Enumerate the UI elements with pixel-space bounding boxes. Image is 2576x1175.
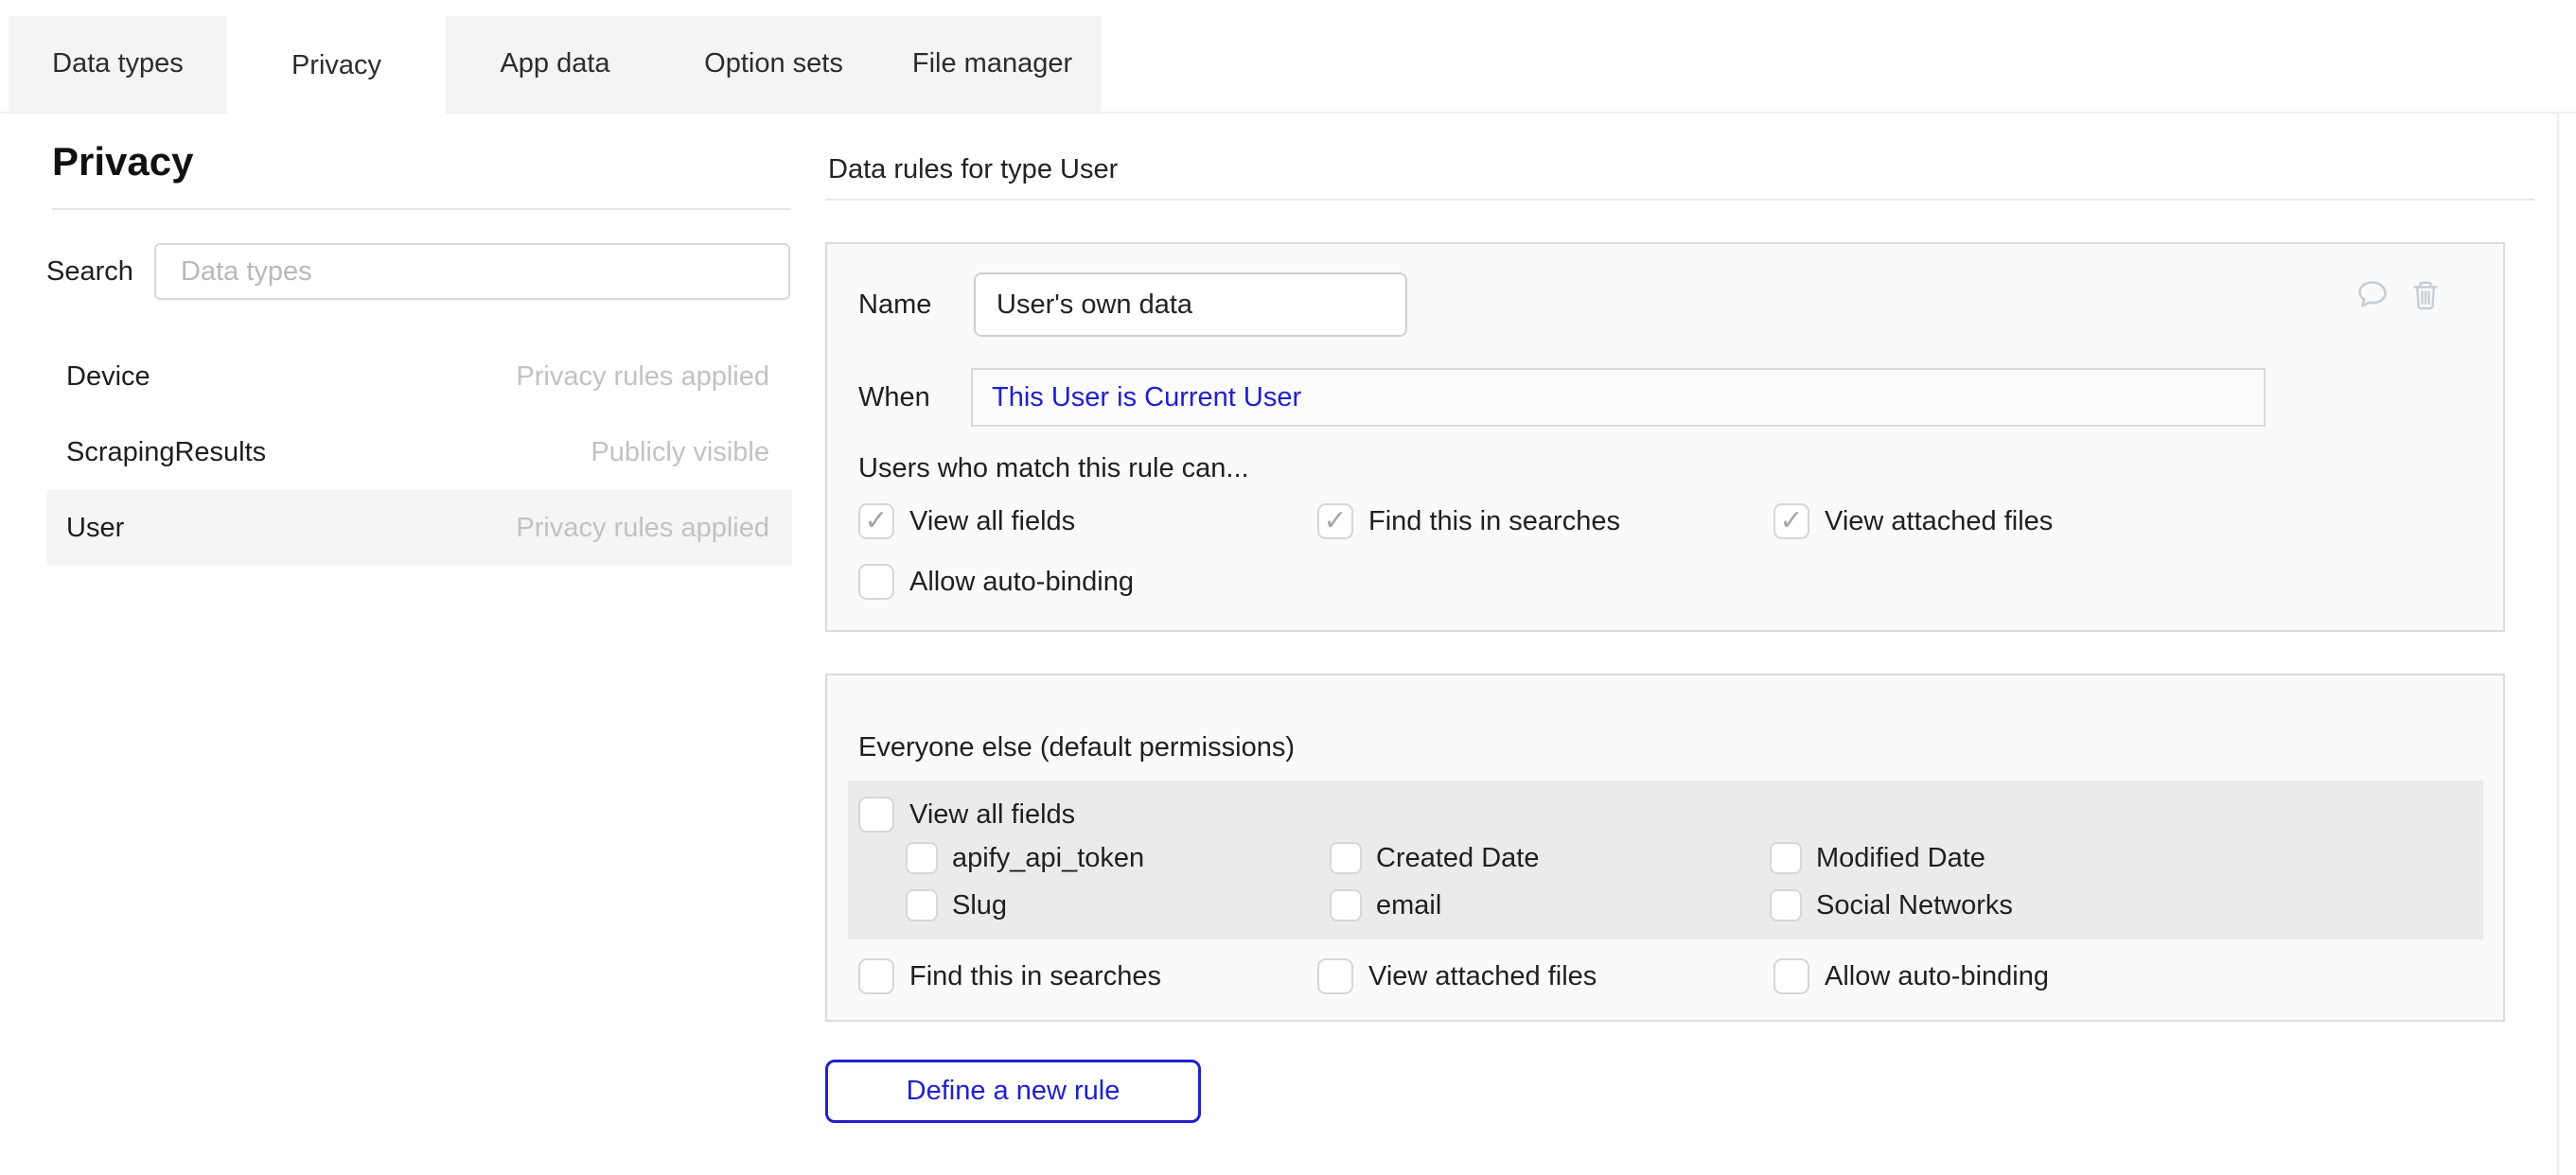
- list-item-device[interactable]: Device Privacy rules applied: [46, 339, 792, 414]
- checkbox-field-email[interactable]: email: [1330, 889, 1770, 921]
- checkbox-label: View attached files: [1368, 961, 1597, 992]
- permissions-intro: Users who match this rule can...: [858, 453, 1249, 483]
- when-row: When This User is Current User: [858, 368, 2266, 427]
- checkbox-box[interactable]: [906, 842, 938, 874]
- checkbox-label: View all fields: [909, 799, 1075, 831]
- checkbox-box[interactable]: [1773, 958, 1809, 994]
- when-condition-box[interactable]: This User is Current User: [971, 368, 2266, 427]
- data-type-status: Privacy rules applied: [516, 513, 769, 544]
- checkbox-box[interactable]: [858, 564, 894, 600]
- data-type-status: Privacy rules applied: [516, 361, 769, 393]
- checkbox-label: Allow auto-binding: [1825, 961, 2049, 992]
- checkbox-find-this-in-searches[interactable]: Find this in searches: [1317, 503, 1773, 539]
- checkbox-field-social-networks[interactable]: Social Networks: [1770, 889, 2013, 921]
- default-card-title: Everyone else (default permissions): [858, 732, 1295, 763]
- define-new-rule-button[interactable]: Define a new rule: [825, 1060, 1201, 1123]
- checkbox-default-allow-auto-binding[interactable]: Allow auto-binding: [1773, 958, 2049, 994]
- checkbox-label: Social Networks: [1816, 890, 2013, 921]
- checkbox-view-attached-files[interactable]: View attached files: [1773, 503, 2053, 539]
- default-permissions-card: Everyone else (default permissions) View…: [825, 674, 2505, 1022]
- checkbox-label: Modified Date: [1816, 843, 1985, 874]
- fields-section: View all fields apify_api_token Created …: [848, 780, 2483, 939]
- checkbox-label: View all fields: [909, 506, 1075, 537]
- data-type-name: User: [66, 513, 124, 544]
- tab-data-types[interactable]: Data types: [9, 16, 227, 112]
- checkbox-box[interactable]: [1317, 503, 1353, 539]
- tab-app-data[interactable]: App data: [446, 16, 664, 112]
- checkbox-field-created-date[interactable]: Created Date: [1330, 842, 1770, 874]
- checkbox-label: Allow auto-binding: [909, 567, 1134, 598]
- checkbox-box[interactable]: [858, 503, 894, 539]
- rule-name-input[interactable]: [974, 272, 1407, 337]
- checkbox-label: Find this in searches: [909, 961, 1161, 992]
- checkbox-allow-auto-binding[interactable]: Allow auto-binding: [858, 564, 1317, 600]
- list-item-user[interactable]: User Privacy rules applied: [46, 490, 792, 566]
- sidebar-divider: [52, 208, 791, 210]
- checkbox-label: Slug: [952, 890, 1007, 921]
- rule-card-actions: [2355, 277, 2444, 313]
- trash-icon[interactable]: [2408, 277, 2444, 313]
- content-heading: Data rules for type User: [828, 154, 1118, 184]
- data-type-list: Device Privacy rules applied ScrapingRes…: [46, 339, 792, 566]
- fields-grid: apify_api_token Created Date Modified Da…: [906, 842, 2013, 921]
- data-type-name: Device: [66, 361, 150, 393]
- checkbox-label: Created Date: [1376, 843, 1540, 874]
- privacy-settings-screen: Data types Privacy App data Option sets …: [0, 0, 2576, 1175]
- checkbox-box[interactable]: [1330, 842, 1362, 874]
- checkbox-default-view-attached-files[interactable]: View attached files: [1317, 958, 1773, 994]
- when-condition-link[interactable]: This User is Current User: [992, 382, 1301, 413]
- data-type-name: ScrapingResults: [66, 437, 266, 468]
- panel-right-border: [2557, 113, 2559, 1175]
- tab-bar: Data types Privacy App data Option sets …: [9, 16, 1102, 112]
- checkbox-field-slug[interactable]: Slug: [906, 889, 1330, 921]
- search-row: Search: [46, 243, 790, 300]
- search-input[interactable]: [154, 243, 790, 300]
- checkbox-box[interactable]: [858, 958, 894, 994]
- checkbox-label: apify_api_token: [952, 843, 1144, 874]
- tab-option-sets[interactable]: Option sets: [664, 16, 883, 112]
- checkbox-box[interactable]: [906, 889, 938, 921]
- checkbox-box[interactable]: [1330, 889, 1362, 921]
- list-item-scrapingresults[interactable]: ScrapingResults Publicly visible: [46, 414, 792, 490]
- data-type-status: Publicly visible: [591, 437, 769, 468]
- search-label: Search: [46, 256, 154, 288]
- content-divider: [825, 199, 2534, 201]
- checkbox-field-apify-api-token[interactable]: apify_api_token: [906, 842, 1330, 874]
- checkbox-field-modified-date[interactable]: Modified Date: [1770, 842, 2013, 874]
- checkbox-box[interactable]: [1770, 889, 1802, 921]
- tab-file-manager[interactable]: File manager: [883, 16, 1102, 112]
- checkbox-label: email: [1376, 890, 1441, 921]
- checkbox-box[interactable]: [1770, 842, 1802, 874]
- checkbox-box[interactable]: [858, 797, 894, 833]
- checkbox-label: View attached files: [1825, 506, 2053, 537]
- rule-permissions-grid: View all fields Find this in searches Vi…: [858, 503, 2053, 600]
- name-row: Name: [858, 272, 1407, 337]
- name-label: Name: [858, 289, 974, 321]
- checkbox-box[interactable]: [1317, 958, 1353, 994]
- tab-privacy[interactable]: Privacy: [227, 16, 446, 114]
- checkbox-label: Find this in searches: [1368, 506, 1620, 537]
- rule-card: Name When This User is Current: [825, 242, 2505, 632]
- checkbox-view-all-fields[interactable]: View all fields: [858, 503, 1317, 539]
- default-other-permissions: Find this in searches View attached file…: [858, 958, 2049, 994]
- checkbox-box[interactable]: [1773, 503, 1809, 539]
- comment-icon[interactable]: [2355, 277, 2391, 313]
- checkbox-default-view-all-fields[interactable]: View all fields: [858, 797, 1075, 833]
- checkbox-default-find-this-in-searches[interactable]: Find this in searches: [858, 958, 1317, 994]
- page-title: Privacy: [52, 140, 193, 184]
- when-label: When: [858, 382, 971, 413]
